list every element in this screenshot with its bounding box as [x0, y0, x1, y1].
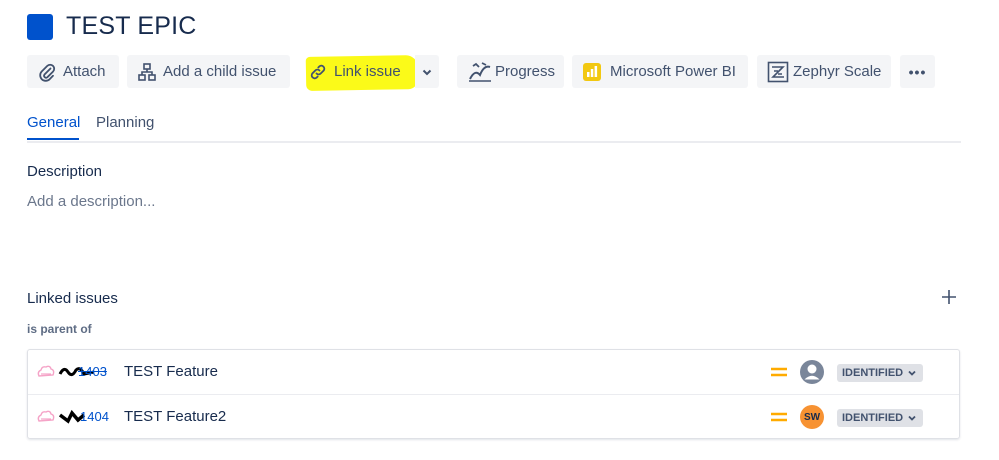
attach-label: Attach [63, 63, 106, 80]
description-field[interactable]: Add a description... [27, 193, 155, 210]
more-actions-button[interactable]: ••• [900, 55, 935, 88]
progress-icon [469, 61, 491, 82]
add-child-label: Add a child issue [163, 63, 277, 80]
hierarchy-icon [138, 62, 156, 81]
tab-bar: General Planning [27, 114, 961, 143]
power-bi-button[interactable]: Microsoft Power BI [572, 55, 748, 88]
link-icon [310, 64, 326, 79]
assignee-avatar[interactable]: SW [800, 405, 824, 429]
linked-issue-row[interactable]: 1403 TEST Feature IDENTIFIED [28, 350, 959, 395]
chevron-down-icon [908, 415, 916, 421]
zephyr-scale-label: Zephyr Scale [793, 63, 882, 80]
zephyr-scale-icon [767, 61, 789, 82]
add-linked-issue-icon[interactable] [940, 288, 958, 306]
issue-key[interactable]: 1404 [80, 409, 109, 424]
priority-medium-icon [771, 367, 787, 377]
power-bi-icon [583, 62, 601, 81]
power-bi-label: Microsoft Power BI [610, 63, 736, 80]
active-tab-indicator [27, 138, 79, 140]
progress-button[interactable]: Progress [457, 55, 564, 88]
status-label: IDENTIFIED [842, 367, 904, 379]
assignee-avatar[interactable] [800, 360, 824, 384]
tab-planning[interactable]: Planning [96, 114, 154, 131]
chevron-down-icon [422, 69, 432, 75]
feature-type-icon [37, 410, 55, 422]
status-label: IDENTIFIED [842, 412, 904, 424]
tab-general[interactable]: General [27, 114, 80, 131]
relation-label: is parent of [27, 322, 92, 336]
progress-label: Progress [495, 63, 556, 80]
more-icon: ••• [908, 63, 927, 80]
paperclip-icon [39, 63, 56, 82]
linked-issue-row[interactable]: 1404 TEST Feature2 SW IDENTIFIED [28, 395, 959, 439]
link-issue-label: Link issue [334, 63, 401, 80]
epic-icon [27, 13, 53, 40]
issue-header: TEST EPIC [27, 12, 197, 41]
zephyr-scale-button[interactable]: Zephyr Scale [757, 55, 891, 88]
default-avatar-icon [804, 364, 820, 380]
linked-issues-list: 1403 TEST Feature IDENTIFIED 1404 TEST F… [27, 349, 960, 439]
issue-key[interactable]: 1403 [78, 364, 107, 379]
status-badge[interactable]: IDENTIFIED [837, 409, 923, 427]
description-heading: Description [27, 163, 103, 180]
add-child-issue-button[interactable]: Add a child issue [127, 55, 290, 88]
issue-summary[interactable]: TEST Feature [124, 363, 218, 380]
link-issue-dropdown-button[interactable] [415, 55, 439, 88]
issue-summary[interactable]: TEST Feature2 [124, 408, 226, 425]
chevron-down-icon [908, 370, 916, 376]
feature-type-icon [37, 365, 55, 377]
status-badge[interactable]: IDENTIFIED [837, 364, 923, 382]
link-issue-button[interactable]: Link issue [298, 55, 415, 88]
priority-medium-icon [771, 412, 787, 422]
linked-issues-heading: Linked issues [27, 290, 118, 307]
page-title[interactable]: TEST EPIC [66, 12, 197, 41]
attach-button[interactable]: Attach [27, 55, 119, 88]
